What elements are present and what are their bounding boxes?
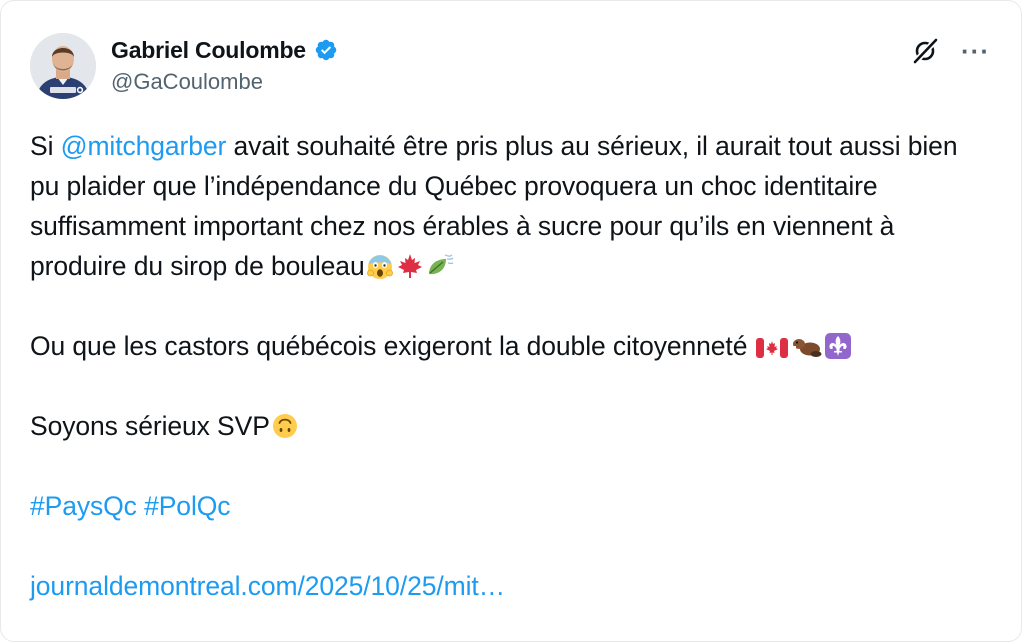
leaf-fluttering-in-wind-icon [428, 254, 454, 275]
external-link[interactable]: journaldemontreal.com/2025/10/25/mit… [30, 571, 505, 601]
tweet-actions: ··· [911, 37, 990, 65]
tweet-paragraph-1: Si @mitchgarber avait souhaité être pris… [30, 126, 990, 286]
author-display-name-row[interactable]: Gabriel Coulombe [111, 35, 338, 65]
beaver-icon [792, 339, 822, 357]
grok-icon[interactable] [911, 37, 939, 65]
tweet-header: Gabriel Coulombe @GaCoulombe ··· [30, 31, 990, 101]
more-icon[interactable]: ··· [961, 38, 990, 64]
hashtags: #PaysQc #PolQc [30, 486, 990, 526]
tweet-card: Gabriel Coulombe @GaCoulombe ··· Si @mit… [0, 0, 1022, 642]
verified-badge-icon [315, 39, 337, 61]
face-screaming-in-fear-icon [366, 255, 393, 279]
tweet-text: Ou que les castors québécois exigeront l… [30, 331, 755, 361]
hashtag-link[interactable]: #PolQc [144, 491, 230, 521]
author-names: Gabriel Coulombe @GaCoulombe [111, 35, 338, 96]
tweet-paragraph-3: Soyons sérieux SVP [30, 406, 990, 446]
tweet-body: Si @mitchgarber avait souhaité être pris… [30, 126, 990, 606]
fleur-de-lis-icon [824, 333, 851, 359]
hashtag-link[interactable]: #PaysQc [30, 491, 137, 521]
tweet-text: Soyons sérieux SVP [30, 411, 270, 441]
canada-flag-icon [755, 338, 788, 358]
maple-leaf-icon [397, 254, 422, 278]
author-display-name[interactable]: Gabriel Coulombe [111, 35, 306, 65]
mention-link[interactable]: @mitchgarber [61, 131, 227, 161]
tweet-text: Si [30, 131, 61, 161]
tweet-paragraph-2: Ou que les castors québécois exigeront l… [30, 326, 990, 366]
external-link-row: journaldemontreal.com/2025/10/25/mit… [30, 566, 990, 606]
author-handle[interactable]: @GaCoulombe [111, 68, 338, 96]
avatar[interactable] [30, 33, 96, 99]
upside-down-face-icon [272, 414, 297, 438]
